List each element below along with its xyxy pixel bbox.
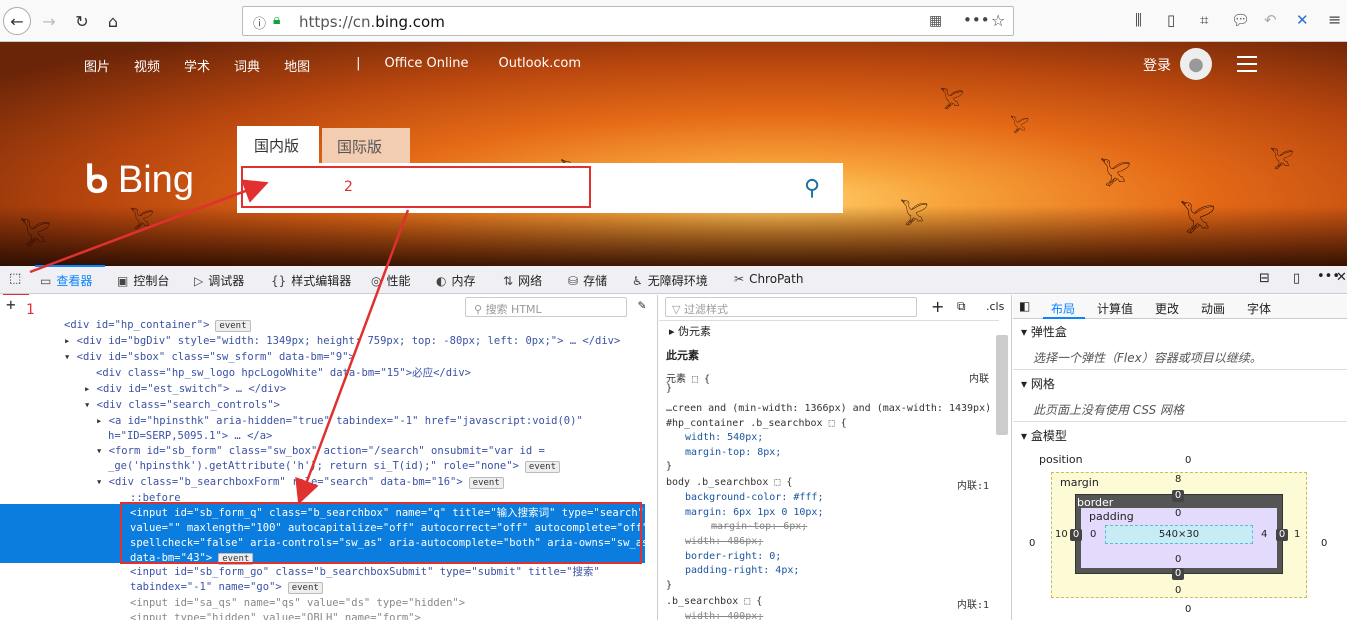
annotation-arrows [29,179,410,505]
arrow-picker-to-search [29,179,269,274]
arrow-search-to-element [295,209,410,505]
